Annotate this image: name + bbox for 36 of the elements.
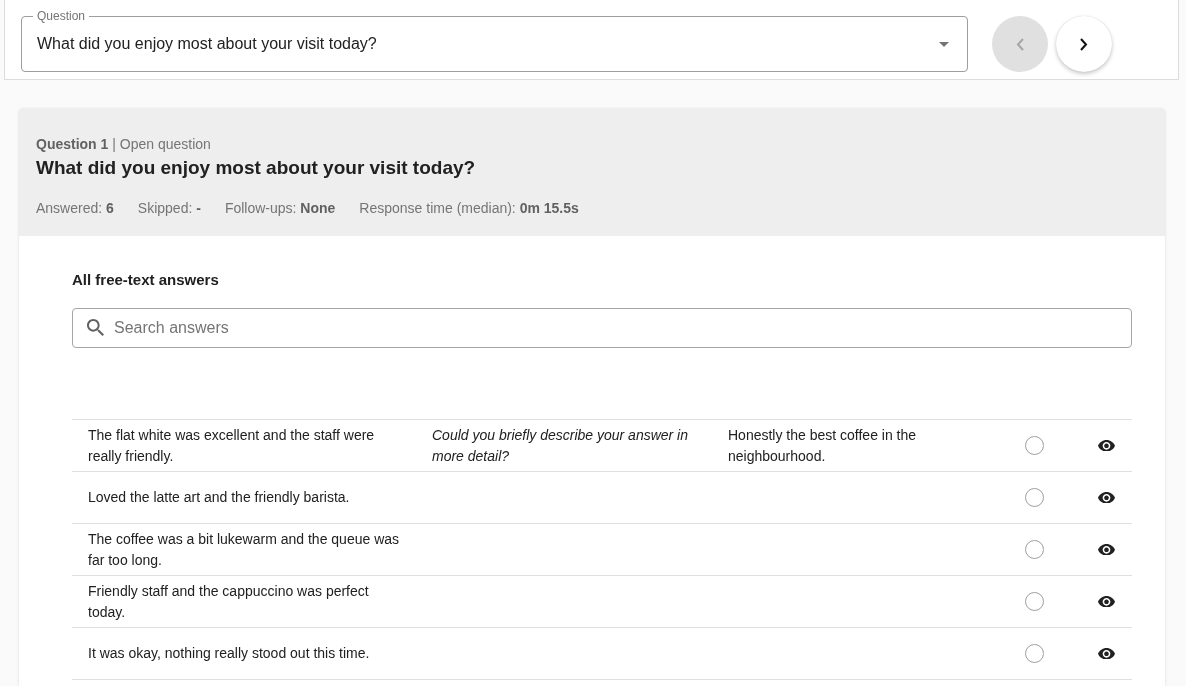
select-label: Question	[33, 9, 90, 23]
caret-icon	[939, 41, 949, 47]
answer-cell-text: It was okay, nothing really stood out this time.	[87, 644, 371, 663]
question-meta: Question 1 | Open question	[36, 136, 212, 152]
eye-icon	[1098, 595, 1115, 608]
view-button[interactable]	[1098, 543, 1115, 556]
view-button[interactable]	[1098, 647, 1115, 660]
stat-text: Answered: 6	[36, 200, 114, 216]
eye-icon	[1098, 491, 1115, 504]
view-button[interactable]	[1098, 439, 1115, 452]
view-button[interactable]	[1098, 491, 1115, 504]
stat-text: Follow-ups: None	[224, 200, 336, 216]
eye-icon	[1098, 647, 1115, 660]
question-title: What did you enjoy most about your visit today?	[36, 156, 477, 180]
radio-button[interactable]	[1025, 540, 1044, 559]
section-title: All free-text answers	[72, 270, 220, 290]
radio-button[interactable]	[1025, 592, 1044, 611]
answer-cell-text: Loved the latte art and the friendly barista.	[87, 488, 351, 507]
answer-cell-text: Friendly staff and the cappuccino was perfect today.	[87, 581, 370, 622]
stat-text: Response time (median): 0m 15.5s	[359, 200, 579, 216]
search-field[interactable]: Search answers	[72, 308, 1132, 348]
next-button[interactable]	[1056, 16, 1112, 72]
chevron-left-icon	[1016, 37, 1024, 51]
eye-icon	[1098, 543, 1115, 556]
radio-button[interactable]	[1025, 644, 1044, 663]
chevron-right-icon	[1080, 37, 1088, 51]
radio-button[interactable]	[1025, 436, 1044, 455]
follow-up-answer-cell-text: Honestly the best coffee in the neighbourhood.	[727, 425, 918, 466]
follow-up-question-cell-text: Could you briefly describe your answer in more detail?	[431, 425, 689, 466]
radio-button[interactable]	[1025, 488, 1044, 507]
view-button[interactable]	[1098, 595, 1115, 608]
answer-cell-text: The coffee was a bit lukewarm and the queue was far too long.	[87, 529, 401, 570]
stat-text: Skipped: -	[137, 200, 201, 216]
search-icon	[87, 319, 104, 336]
answer-cell-text: The flat white was excellent and the staff were really friendly.	[87, 425, 376, 466]
eye-icon	[1098, 439, 1115, 452]
